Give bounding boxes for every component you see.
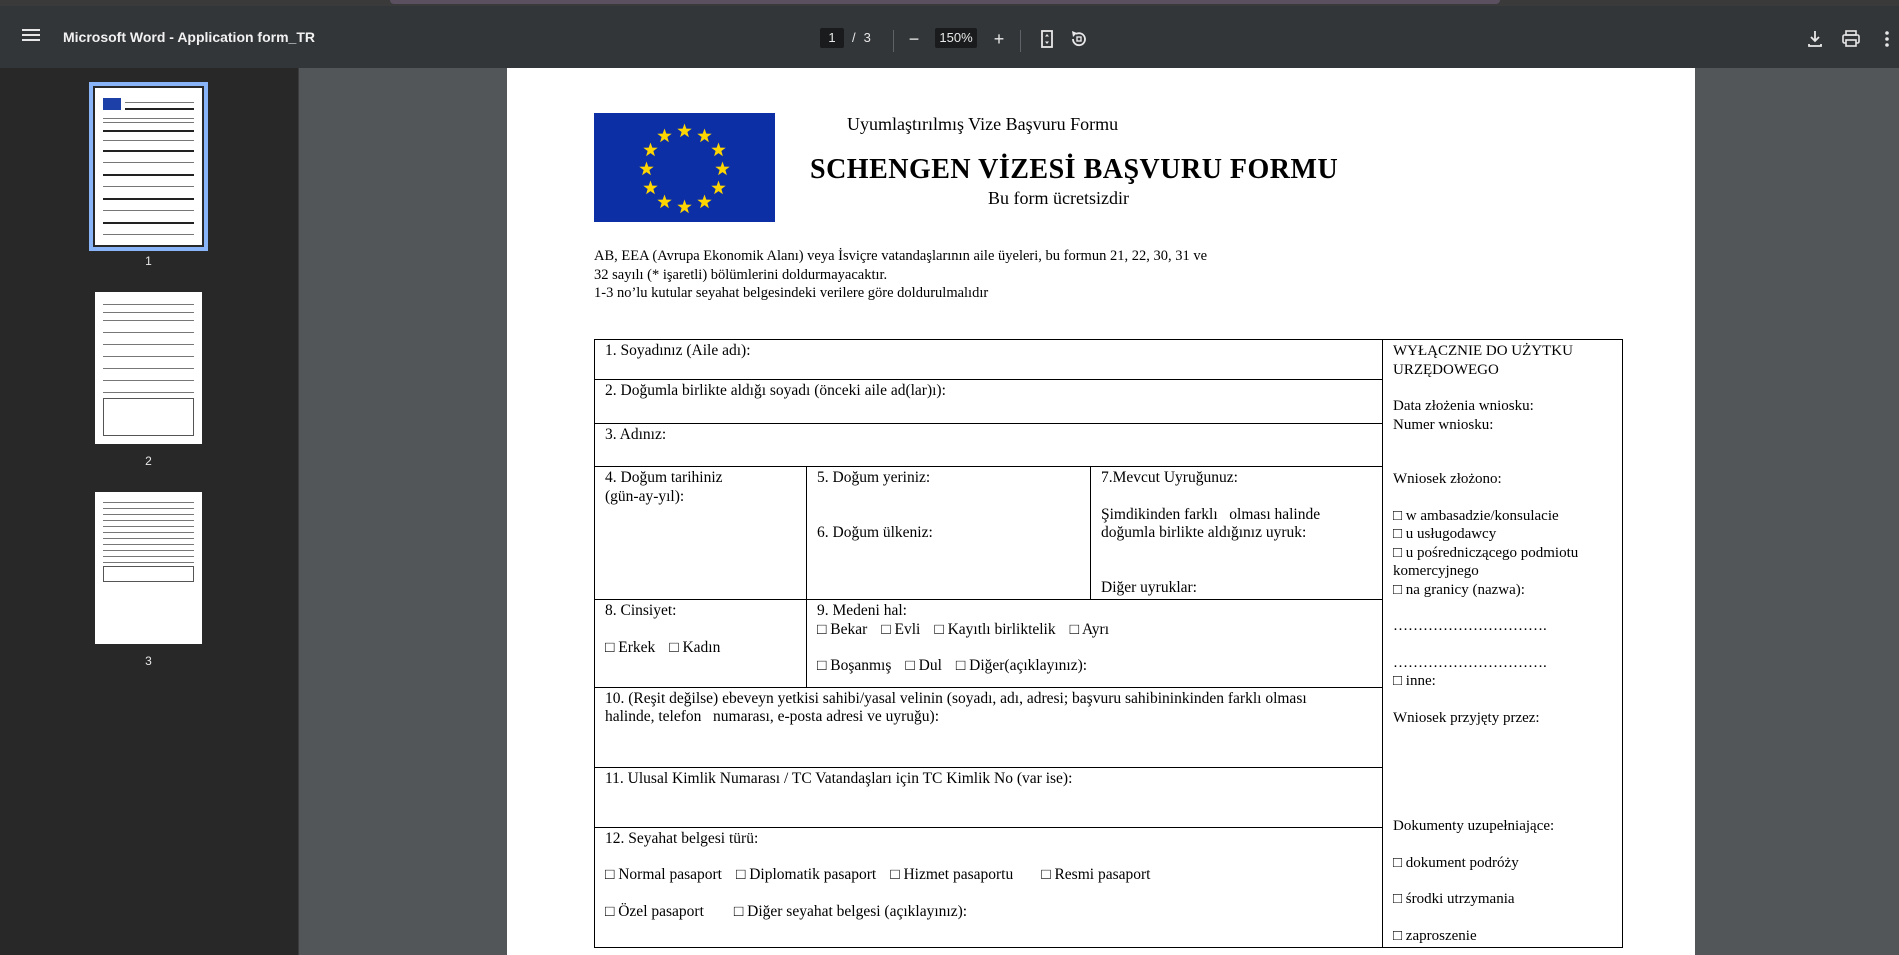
intro-line: 1-3 no’lu kutular seyahat belgesindeki v… <box>594 285 989 301</box>
checkbox-special-passport[interactable]: □ Özel pasaport <box>605 903 704 922</box>
thumbnail-label: 1 <box>145 254 152 268</box>
field-guardian[interactable]: 10. (Reşit değilse) ebeveyn yetkisi sahi… <box>594 686 1383 768</box>
field-label: 3. Adınız: <box>605 426 667 444</box>
form-subtitle: Uyumlaştırılmış Vize Başvuru Formu <box>847 114 1119 134</box>
field-birth-surname[interactable]: 2. Doğumla birlikte aldığı soyadı (öncek… <box>594 379 1383 425</box>
intro-line: 32 sayılı (* işaretli) bölümlerini doldu… <box>594 266 888 283</box>
checkbox-partnership[interactable]: □ Kayıtlı birliktelik <box>934 621 1055 640</box>
field-birth-date[interactable]: 4. Doğum tarihiniz (gün-ay-yıl): <box>594 466 807 601</box>
official-date-label: Data złożenia wniosku: <box>1393 398 1534 414</box>
field-surname[interactable]: 1. Soyadınız (Aile adı): <box>594 338 1383 381</box>
checkbox-divorced[interactable]: □ Boşanmış <box>817 657 891 676</box>
official-checkbox[interactable]: □ u pośredniczącego podmiotu <box>1393 544 1612 563</box>
checkbox-male[interactable]: □ Erkek <box>605 639 655 658</box>
field-travel-document-type: 12. Seyahat belgesi türü: □ Normal pasap… <box>594 826 1383 949</box>
field-national-id[interactable]: 11. Ulusal Kimlik Numarası / TC Vatandaş… <box>594 766 1383 828</box>
official-checkbox[interactable]: □ środki utrzymania <box>1393 890 1612 909</box>
field-nationality[interactable]: 7.Mevcut Uyruğunuz: Şimdikinden farklı ol… <box>1090 466 1383 601</box>
page-separator: / <box>852 30 856 45</box>
official-checkbox[interactable]: □ zaproszenie <box>1393 927 1612 946</box>
download-icon[interactable] <box>1804 28 1826 50</box>
checkbox-female[interactable]: □ Kadın <box>669 639 720 658</box>
field-label: 1. Soyadınız (Aile adı): <box>605 342 751 359</box>
field-label: Diğer uyruklar: <box>1101 578 1197 596</box>
checkbox-official-passport[interactable]: □ Resmi pasaport <box>1041 866 1150 885</box>
checkbox-separated[interactable]: □ Ayrı <box>1070 621 1109 640</box>
intro-line: AB, EEA (Avrupa Ekonomik Alanı) veya İsv… <box>594 248 1208 264</box>
checkbox-service-passport[interactable]: □ Hizmet pasaportu <box>890 866 1013 885</box>
field-label: 11. Ulusal Kimlik Numarası / TC Vatandaş… <box>605 769 1073 787</box>
form-free-note: Bu form ücretsizdir <box>988 188 1129 208</box>
toolbar-divider <box>1020 30 1021 52</box>
official-lodged-label: Wniosek złożono: <box>1393 471 1502 487</box>
rotate-icon[interactable] <box>1068 28 1090 50</box>
checkbox-normal-passport[interactable]: □ Normal pasaport <box>605 866 722 885</box>
field-label: 7.Mevcut Uyruğunuz: <box>1101 469 1238 487</box>
thumbnail-label: 2 <box>145 454 152 468</box>
official-dotted-line: …………………………. <box>1393 618 1547 634</box>
field-label: Şimdikinden farklı olması halinde <box>1101 505 1321 523</box>
checkbox-widowed[interactable]: □ Dul <box>905 657 942 676</box>
page-thumbnail-2[interactable] <box>95 292 202 444</box>
official-checkbox[interactable]: □ w ambasadzie/konsulacie <box>1393 507 1612 526</box>
field-label: doğumla birlikte aldığınız uyruk: <box>1101 524 1307 542</box>
official-checkbox[interactable]: □ na granicy (nazwa): <box>1393 581 1612 600</box>
application-form-table: 1. Soyadınız (Aile adı): WYŁĄCZNIE DO UŻ… <box>594 338 1623 949</box>
checkbox-diplomatic-passport[interactable]: □ Diplomatik pasaport <box>736 866 876 885</box>
field-sex: 8. Cinsiyet: □ Erkek □ Kadın <box>594 599 807 688</box>
thumbnail-sidebar: 1 2 3 <box>0 68 299 955</box>
field-marital-status: 9. Medeni hal: □ Bekar □ Evli □ Kayıtlı bi… <box>806 599 1383 688</box>
official-checkbox[interactable]: □ dokument podróży <box>1393 854 1612 873</box>
print-icon[interactable] <box>1840 28 1862 50</box>
field-label: 6. Doğum ülkeniz: <box>817 523 933 541</box>
fit-page-icon[interactable] <box>1036 28 1058 50</box>
page-thumbnail-1[interactable] <box>89 82 208 251</box>
toolbar-divider <box>893 30 894 52</box>
checkbox-other-document[interactable]: □ Diğer seyahat belgesi (açıklayınız): <box>734 903 967 922</box>
checkbox-other[interactable]: □ Diğer(açıklayınız): <box>956 657 1087 676</box>
zoom-out-icon[interactable]: − <box>903 28 925 50</box>
official-use-title: WYŁĄCZNIE DO UŻYTKU <box>1393 343 1573 359</box>
window-grab-bar[interactable] <box>390 0 1500 4</box>
official-checkbox-cont: komercyjnego <box>1393 563 1479 579</box>
official-use-panel: WYŁĄCZNIE DO UŻYTKU URZĘDOWEGO Data złoż… <box>1382 339 1623 948</box>
official-dotted-line: …………………………. <box>1393 654 1547 671</box>
field-label: 12. Seyahat belgesi türü: <box>605 829 759 847</box>
document-title: Microsoft Word - Application form_TR <box>63 29 315 45</box>
menu-icon[interactable] <box>20 26 42 48</box>
official-accepted-label: Wniosek przyjęty przez: <box>1393 709 1540 726</box>
thumbnail-label: 3 <box>145 654 152 668</box>
more-icon[interactable] <box>1876 28 1898 50</box>
pdf-toolbar: Microsoft Word - Application form_TR 1 / 3… <box>0 6 1899 68</box>
official-checkbox[interactable]: □ inne: <box>1393 672 1612 691</box>
zoom-in-icon[interactable]: + <box>988 28 1010 50</box>
field-label: 8. Cinsiyet: <box>605 602 677 620</box>
form-title: SCHENGEN VİZESİ BAŞVURU FORMU <box>810 154 1339 185</box>
page-thumbnail-3[interactable] <box>95 492 202 644</box>
total-pages: 3 <box>863 30 871 45</box>
field-label: (gün-ay-yıl): <box>605 487 685 505</box>
document-page: Uyumlaştırılmış Vize Başvuru Formu SCHEN… <box>507 68 1695 955</box>
field-birth-place[interactable]: 5. Doğum yeriniz: 6. Doğum ülkeniz: <box>806 466 1091 601</box>
official-use-title: URZĘDOWEGO <box>1393 361 1499 378</box>
current-page-input[interactable]: 1 <box>820 28 844 48</box>
official-number-label: Numer wniosku: <box>1393 416 1494 433</box>
official-supporting-label: Dokumenty uzupełniające: <box>1393 818 1555 834</box>
page-indicator: 1 / 3 <box>820 28 871 48</box>
field-label: 9. Medeni hal: <box>817 602 907 620</box>
field-first-name[interactable]: 3. Adınız: <box>594 423 1383 468</box>
field-label: 4. Doğum tarihiniz <box>605 469 723 487</box>
field-label: 5. Doğum yeriniz: <box>817 469 931 487</box>
zoom-input[interactable]: 150% <box>935 28 977 48</box>
checkbox-married[interactable]: □ Evli <box>881 621 920 640</box>
document-viewer[interactable]: Uyumlaştırılmış Vize Başvuru Formu SCHEN… <box>299 68 1899 955</box>
eu-flag-logo <box>594 113 775 222</box>
field-label: 10. (Reşit değilse) ebeveyn yetkisi sahi… <box>605 689 1307 707</box>
field-label: 2. Doğumla birlikte aldığı soyadı (öncek… <box>605 382 946 400</box>
checkbox-single[interactable]: □ Bekar <box>817 621 867 640</box>
intro-text: AB, EEA (Avrupa Ekonomik Alanı) veya İsv… <box>594 247 1354 303</box>
official-checkbox[interactable]: □ u usługodawcy <box>1393 525 1612 544</box>
field-label: halinde, telefon numarası, e-posta adres… <box>605 708 939 726</box>
